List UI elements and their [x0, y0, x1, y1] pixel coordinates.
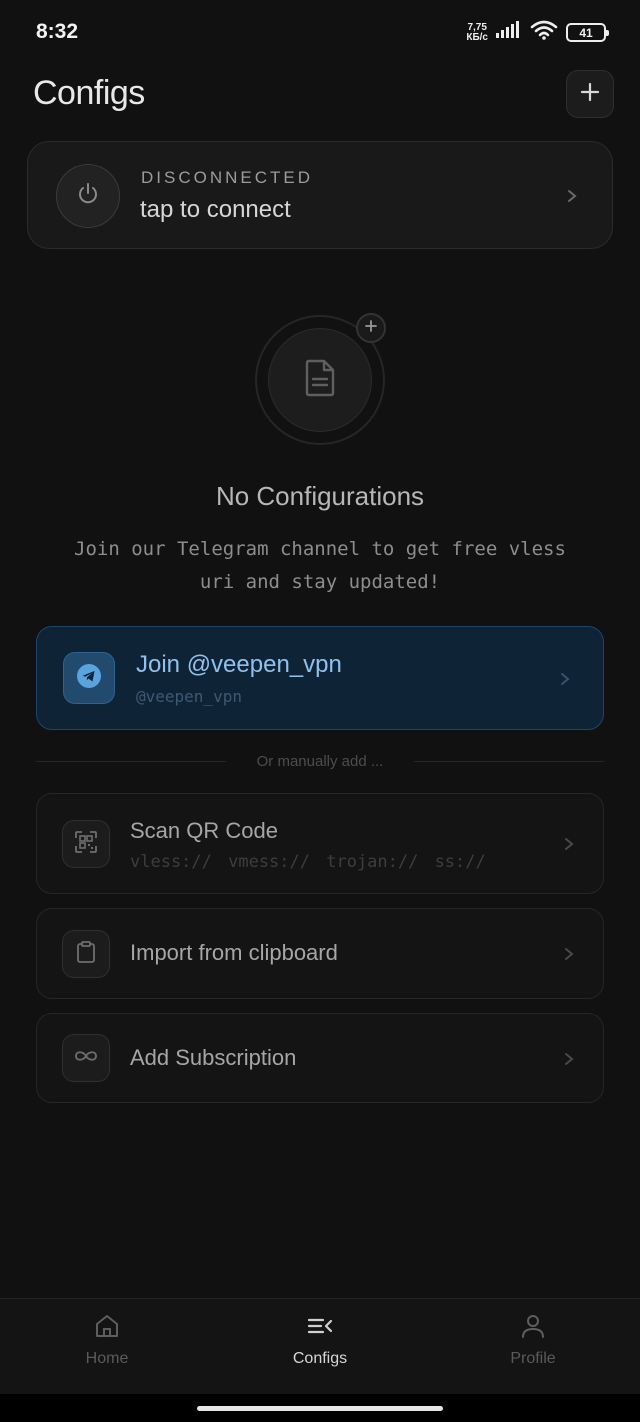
- status-bar: 8:32 7,75 КБ/с 41: [0, 0, 640, 64]
- telegram-title: Join @veepen_vpn: [136, 651, 342, 678]
- telegram-join-card[interactable]: Join @veepen_vpn @veepen_vpn: [36, 626, 604, 730]
- configs-list-icon: [306, 1313, 334, 1344]
- telegram-icon: [76, 663, 102, 694]
- add-config-button[interactable]: [566, 70, 614, 118]
- empty-state-description: Join our Telegram channel to get free vl…: [40, 533, 600, 599]
- add-subscription-option[interactable]: Add Subscription: [36, 1013, 604, 1103]
- nav-profile-label: Profile: [510, 1350, 556, 1367]
- scan-qr-title: Scan QR Code: [130, 818, 278, 843]
- plus-icon: [365, 319, 377, 337]
- manual-add-divider: Or manually add ...: [36, 750, 604, 774]
- chevron-right-icon: [561, 946, 577, 962]
- connection-action: tap to connect: [140, 196, 291, 223]
- battery-level: 41: [579, 25, 593, 40]
- clipboard-icon: [75, 940, 97, 969]
- chevron-right-icon: [561, 836, 577, 852]
- qr-code-icon: [74, 830, 98, 859]
- scan-qr-option[interactable]: Scan QR Code vless:// vmess:// trojan://…: [36, 793, 604, 894]
- empty-state-plus-badge: [356, 313, 386, 343]
- system-gesture-bar: [0, 1394, 640, 1422]
- network-speed: 7,75 КБ/с: [466, 21, 488, 43]
- page-title: Configs: [33, 74, 145, 112]
- chevron-right-icon: [557, 671, 573, 687]
- power-button[interactable]: [56, 164, 120, 228]
- nav-home-label: Home: [85, 1350, 129, 1367]
- power-icon: [75, 181, 101, 212]
- clipboard-icon-box: [62, 930, 110, 978]
- qr-code-icon-box: [62, 820, 110, 868]
- plus-icon: [580, 82, 600, 107]
- chevron-right-icon: [561, 1051, 577, 1067]
- infinity-icon-box: [62, 1034, 110, 1082]
- cellular-signal-icon: [496, 21, 522, 44]
- add-subscription-title: Add Subscription: [130, 1045, 297, 1070]
- home-indicator[interactable]: [197, 1406, 443, 1411]
- wifi-icon: [530, 20, 558, 45]
- empty-state-description-line2: uri and stay updated!: [199, 571, 441, 593]
- empty-state-description-line1: Join our Telegram channel to get free vl…: [74, 538, 566, 560]
- empty-state-icon-circle: [268, 328, 372, 432]
- status-indicators: 7,75 КБ/с 41: [466, 20, 609, 45]
- infinity-icon: [73, 1049, 99, 1068]
- import-clipboard-option[interactable]: Import from clipboard: [36, 908, 604, 999]
- status-time: 8:32: [36, 20, 79, 43]
- chevron-right-icon: [564, 188, 580, 204]
- scan-qr-subtitle: vless:// vmess:// trojan:// ss://: [130, 852, 486, 872]
- home-icon: [93, 1313, 121, 1344]
- telegram-icon-box: [63, 652, 115, 704]
- network-speed-value: 7,75: [467, 21, 487, 33]
- bottom-navigation: Home Configs Profile: [0, 1298, 640, 1394]
- profile-icon: [519, 1313, 547, 1344]
- battery-icon: 41: [566, 23, 609, 42]
- empty-state-title: No Configurations: [215, 481, 425, 511]
- telegram-subtitle: @veepen_vpn: [136, 687, 242, 706]
- divider-line-right: [414, 761, 604, 762]
- network-speed-unit: КБ/с: [466, 31, 488, 43]
- import-clipboard-title: Import from clipboard: [130, 940, 338, 965]
- nav-profile[interactable]: Profile: [463, 1313, 603, 1368]
- nav-configs[interactable]: Configs: [250, 1313, 390, 1368]
- document-icon: [303, 359, 337, 402]
- connection-card[interactable]: DISCONNECTED tap to connect: [27, 141, 613, 249]
- connection-status: DISCONNECTED: [141, 168, 314, 187]
- nav-home[interactable]: Home: [37, 1313, 177, 1368]
- nav-configs-label: Configs: [292, 1350, 348, 1367]
